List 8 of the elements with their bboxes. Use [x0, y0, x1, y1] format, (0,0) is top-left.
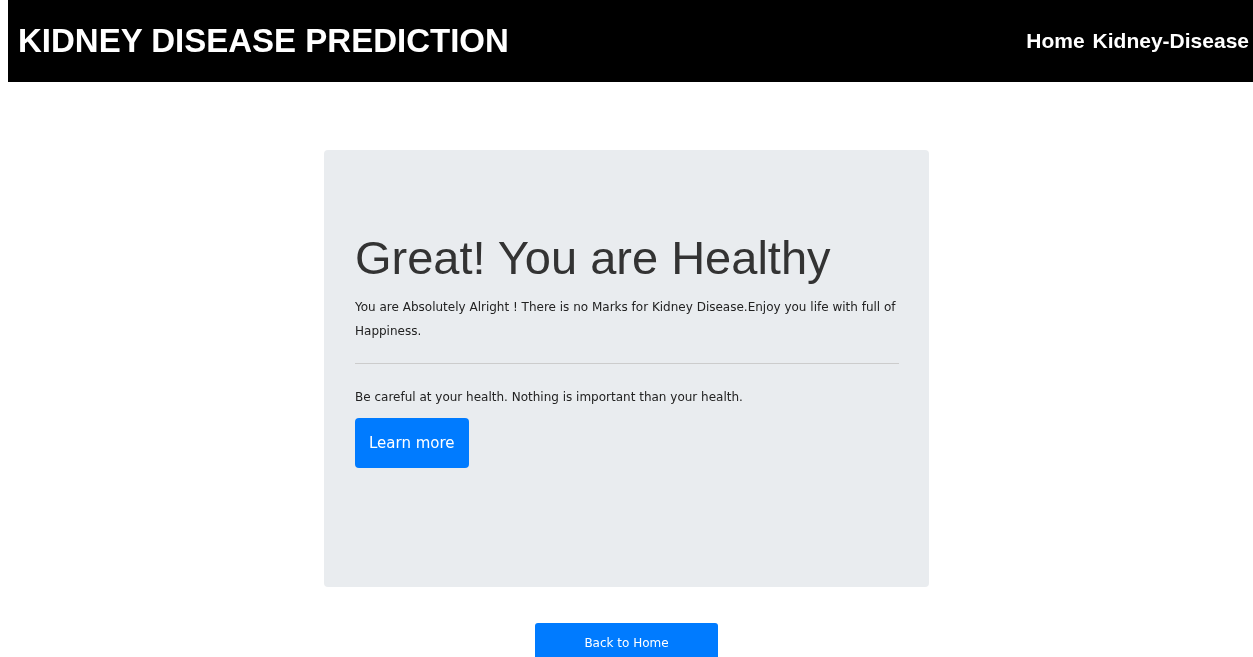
nav-link[interactable]: Home — [1026, 29, 1085, 53]
learn-more-button[interactable]: Learn more — [355, 418, 469, 468]
advice-text: Be careful at your health. Nothing is important than your health. — [355, 390, 744, 404]
result-message: You are Absolutely Alright ! There is no Marks for Kidney Disease.Enjoy you life with full of Happiness. — [355, 299, 897, 340]
result-heading: Great! You are Healthy — [355, 230, 832, 285]
site-title: KIDNEY DISEASE PREDICTION — [18, 22, 509, 60]
back-to-home-button[interactable]: Back to Home — [535, 623, 718, 657]
nav-link[interactable]: Kidney-Disease — [1092, 29, 1249, 53]
